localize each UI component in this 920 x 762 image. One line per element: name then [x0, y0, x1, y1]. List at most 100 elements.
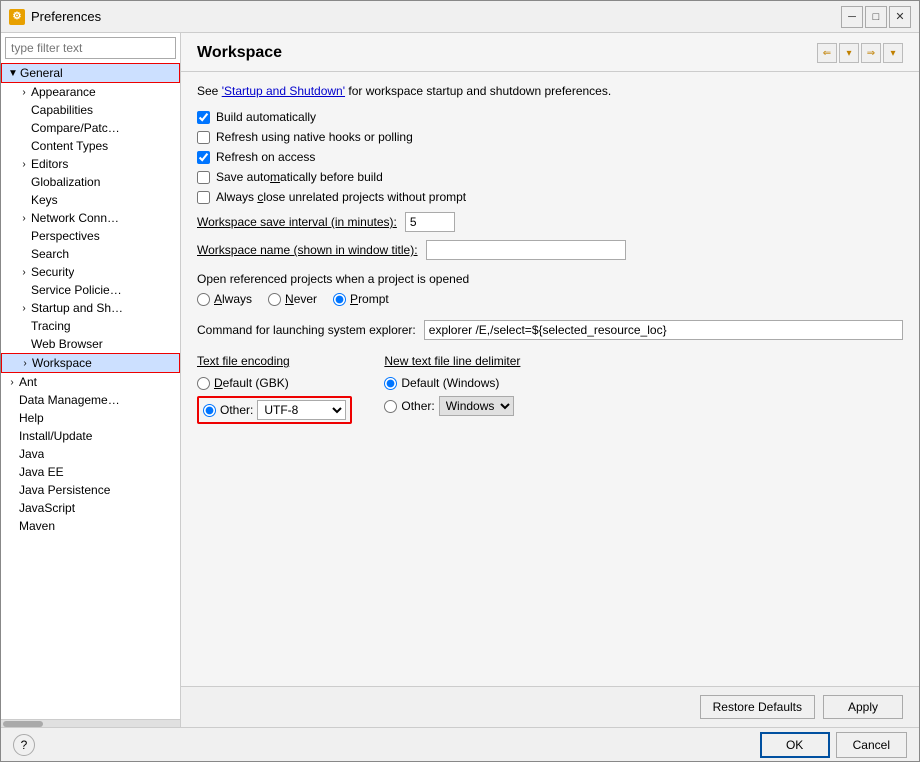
command-row: Command for launching system explorer: — [197, 320, 903, 340]
bottom-bar: Restore Defaults Apply — [181, 686, 919, 727]
underline-m: m — [270, 170, 280, 184]
sidebar-item-startup[interactable]: › Startup and Sh… — [1, 299, 180, 317]
sidebar-scrollbar[interactable] — [1, 719, 180, 727]
encoding-select[interactable]: UTF-8 UTF-16 GBK ISO-8859-1 US-ASCII — [257, 400, 346, 420]
sidebar-item-capabilities[interactable]: Capabilities — [1, 101, 180, 119]
sidebar-item-label: Globalization — [31, 175, 100, 189]
prompt-radio[interactable] — [333, 293, 346, 306]
line-delimiter-select[interactable]: Windows Unix Mac — [439, 396, 514, 416]
refresh-native-checkbox[interactable] — [197, 131, 210, 144]
sidebar-item-java[interactable]: Java — [1, 445, 180, 463]
save-interval-label: Workspace save interval (in minutes): — [197, 215, 397, 229]
default-delimiter-radio-btn[interactable] — [384, 377, 397, 390]
sidebar-item-label: Web Browser — [31, 337, 103, 351]
sidebar-item-security[interactable]: › Security — [1, 263, 180, 281]
sidebar-item-javapersistence[interactable]: Java Persistence — [1, 481, 180, 499]
never-radio-item: Never — [268, 292, 317, 306]
sidebar-item-appearance[interactable]: › Appearance — [1, 83, 180, 101]
sidebar-item-label: Maven — [19, 519, 55, 533]
line-delimiter-title: New text file line delimiter — [384, 354, 520, 368]
forward-button[interactable]: ⇒ — [861, 43, 881, 63]
sidebar-item-label: Security — [31, 265, 74, 279]
other-encoding-radio-btn[interactable] — [203, 404, 216, 417]
content-area: ▼ General › Appearance Capabilities Comp… — [1, 33, 919, 727]
sidebar-item-maven[interactable]: Maven — [1, 517, 180, 535]
save-interval-input[interactable] — [405, 212, 455, 232]
filter-input[interactable] — [5, 37, 176, 59]
sidebar-item-label: Editors — [31, 157, 68, 171]
build-automatically-checkbox[interactable] — [197, 111, 210, 124]
scroll-thumb[interactable] — [3, 721, 43, 727]
always-radio[interactable] — [197, 293, 210, 306]
refresh-access-checkbox[interactable] — [197, 151, 210, 164]
never-radio[interactable] — [268, 293, 281, 306]
sidebar-item-label: Compare/Patc… — [31, 121, 120, 135]
main-panel: Workspace ⇐ ▾ ⇒ ▾ See 'Startup and Shutd… — [181, 33, 919, 727]
command-label: Command for launching system explorer: — [197, 323, 416, 337]
restore-defaults-button[interactable]: Restore Defaults — [700, 695, 815, 719]
refresh-access-label: Refresh on access — [216, 150, 315, 164]
sidebar-item-webbrowser[interactable]: Web Browser — [1, 335, 180, 353]
sidebar-item-general[interactable]: ▼ General — [1, 63, 180, 83]
sidebar-item-label: Java — [19, 447, 44, 461]
prompt-label: Prompt — [350, 292, 389, 306]
main-content: See 'Startup and Shutdown' for workspace… — [181, 72, 919, 686]
other-delimiter-radio-btn[interactable] — [384, 400, 397, 413]
sidebar-item-label: Java Persistence — [19, 483, 110, 497]
ok-button[interactable]: OK — [760, 732, 830, 758]
back-button[interactable]: ⇐ — [817, 43, 837, 63]
sidebar-item-help[interactable]: Help — [1, 409, 180, 427]
save-auto-checkbox[interactable] — [197, 171, 210, 184]
sidebar-item-contenttypes[interactable]: Content Types — [1, 137, 180, 155]
preferences-dialog: ⚙ Preferences ─ □ ✕ ▼ General › Appearan… — [0, 0, 920, 762]
expand-icon — [17, 139, 31, 153]
sidebar-item-perspectives[interactable]: Perspectives — [1, 227, 180, 245]
apply-button[interactable]: Apply — [823, 695, 903, 719]
default-encoding-radio-btn[interactable] — [197, 377, 210, 390]
minimize-button[interactable]: ─ — [841, 6, 863, 28]
sidebar-item-keys[interactable]: Keys — [1, 191, 180, 209]
close-button[interactable]: ✕ — [889, 6, 911, 28]
expand-icon — [17, 283, 31, 297]
sidebar-item-servicepolicies[interactable]: Service Policie… — [1, 281, 180, 299]
back-dropdown-button[interactable]: ▾ — [839, 43, 859, 63]
sidebar-item-ant[interactable]: › Ant — [1, 373, 180, 391]
main-header: Workspace ⇐ ▾ ⇒ ▾ — [181, 33, 919, 72]
startup-text-before: See — [197, 84, 222, 98]
expand-icon — [17, 121, 31, 135]
sidebar-item-label: Tracing — [31, 319, 71, 333]
sidebar-item-tracing[interactable]: Tracing — [1, 317, 180, 335]
sidebar-item-javascript[interactable]: JavaScript — [1, 499, 180, 517]
sidebar-item-workspace[interactable]: › Workspace — [1, 353, 180, 373]
sidebar-item-label: Service Policie… — [31, 283, 122, 297]
other-delimiter-label: Other: — [401, 399, 434, 413]
expand-icon — [5, 501, 19, 515]
sidebar-item-compare[interactable]: Compare/Patc… — [1, 119, 180, 137]
sidebar-item-javaee[interactable]: Java EE — [1, 463, 180, 481]
cancel-button[interactable]: Cancel — [836, 732, 907, 758]
sidebar-item-datamanagement[interactable]: Data Manageme… — [1, 391, 180, 409]
expand-icon — [17, 229, 31, 243]
sidebar-item-label: Content Types — [31, 139, 108, 153]
always-close-checkbox[interactable] — [197, 191, 210, 204]
footer-actions: OK Cancel — [760, 732, 907, 758]
sidebar-item-editors[interactable]: › Editors — [1, 155, 180, 173]
never-label: Never — [285, 292, 317, 306]
expand-icon — [17, 175, 31, 189]
command-input[interactable] — [424, 320, 903, 340]
refresh-access-row: Refresh on access — [197, 150, 903, 164]
workspace-name-input[interactable] — [426, 240, 626, 260]
open-projects-radio-group: Always Never Prompt — [197, 292, 903, 306]
sidebar-item-search[interactable]: Search — [1, 245, 180, 263]
expand-icon: › — [5, 375, 19, 389]
always-label: Always — [214, 292, 252, 306]
forward-dropdown-button[interactable]: ▾ — [883, 43, 903, 63]
expand-icon: › — [17, 301, 31, 315]
sidebar-item-label: Keys — [31, 193, 58, 207]
maximize-button[interactable]: □ — [865, 6, 887, 28]
sidebar-item-globalization[interactable]: Globalization — [1, 173, 180, 191]
startup-shutdown-link[interactable]: 'Startup and Shutdown' — [222, 84, 345, 98]
sidebar-item-network[interactable]: › Network Conn… — [1, 209, 180, 227]
sidebar-item-installupdates[interactable]: Install/Update — [1, 427, 180, 445]
help-button[interactable]: ? — [13, 734, 35, 756]
